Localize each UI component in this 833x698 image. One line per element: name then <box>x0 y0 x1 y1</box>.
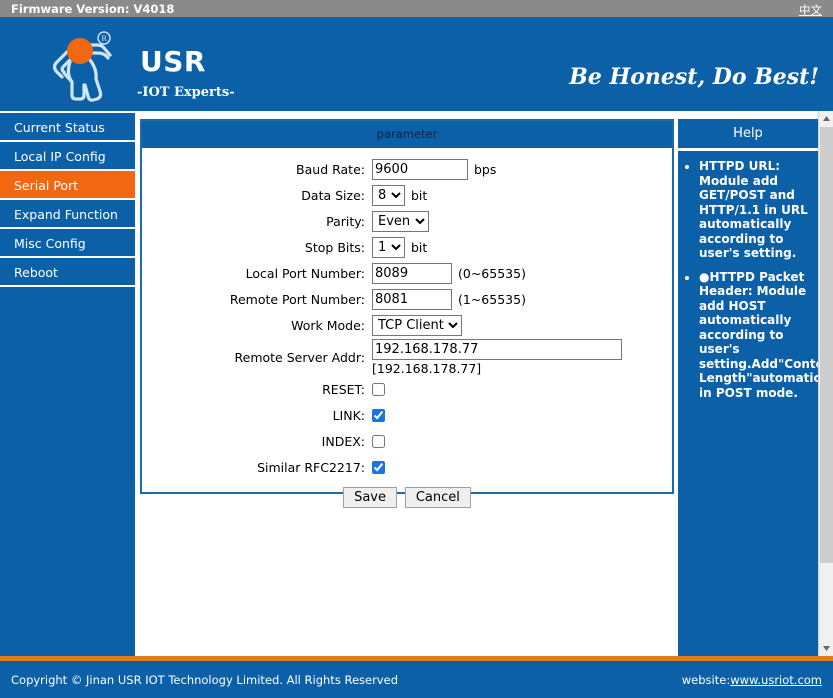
site-banner: R USR -IOT Experts- Be Honest, Do Best! <box>0 17 833 111</box>
field-row-stop-bits: Stop Bits: 1 bit <box>142 235 672 260</box>
field-row-local-port: Local Port Number: (0~65535) <box>142 261 672 286</box>
help-panel-title: Help <box>678 119 818 151</box>
similar-rfc2217-checkbox[interactable] <box>372 461 385 474</box>
main-content: parameter Baud Rate: bps Data Size: 8 <box>135 111 833 656</box>
parameter-form: parameter Baud Rate: bps Data Size: 8 <box>140 119 674 494</box>
baud-rate-label: Baud Rate: <box>296 162 365 177</box>
help-list-item: ●HTTPD Packet Header: Module add HOST au… <box>699 270 833 401</box>
index-label: INDEX: <box>321 434 365 449</box>
svg-text:R: R <box>101 35 107 43</box>
help-panel-body: HTTPD URL: Module add GET/POST and HTTP/… <box>678 151 833 413</box>
link-label: LINK: <box>332 408 365 423</box>
sidebar-item-reboot[interactable]: Reboot <box>0 258 135 287</box>
page-root: Firmware Version: V4018 中文 R USR -IOT Ex… <box>0 0 833 698</box>
form-actions: Save Cancel <box>140 487 674 508</box>
help-panel: Help HTTPD URL: Module add GET/POST and … <box>678 119 833 656</box>
baud-rate-unit: bps <box>474 162 497 177</box>
similar-rfc2217-label: Similar RFC2217: <box>257 460 365 475</box>
remote-port-label: Remote Port Number: <box>229 292 365 307</box>
index-checkbox[interactable] <box>372 435 385 448</box>
local-port-range: (0~65535) <box>458 266 526 281</box>
data-size-label: Data Size: <box>301 188 365 203</box>
parameter-form-title: parameter <box>142 121 672 148</box>
link-checkbox[interactable] <box>372 409 385 422</box>
firmware-bar: Firmware Version: V4018 中文 <box>0 0 833 17</box>
field-row-reset: RESET: <box>142 377 672 402</box>
brand-name: USR <box>140 45 206 78</box>
banner-slogan: Be Honest, Do Best! <box>569 64 819 90</box>
website-label: website: <box>681 673 731 687</box>
remote-server-addr-label: Remote Server Addr: <box>234 350 366 365</box>
parameter-form-body: Baud Rate: bps Data Size: 8 bit <box>142 148 672 492</box>
remote-server-addr-input[interactable] <box>372 339 622 360</box>
scroll-down-arrow-icon[interactable] <box>819 641 833 656</box>
work-mode-label: Work Mode: <box>291 318 365 333</box>
usr-logo-icon: R <box>42 29 120 105</box>
firmware-version-label: Firmware Version: V4018 <box>11 2 175 16</box>
field-row-parity: Parity: Even <box>142 209 672 234</box>
sidebar-item-misc-config[interactable]: Misc Config <box>0 229 135 258</box>
data-size-unit: bit <box>411 188 428 203</box>
sidebar-item-local-ip-config[interactable]: Local IP Config <box>0 142 135 171</box>
sidebar-item-expand-function[interactable]: Expand Function <box>0 200 135 229</box>
parity-label: Parity: <box>326 214 365 229</box>
scrollbar-thumb[interactable] <box>820 127 833 563</box>
field-row-similar-rfc2217: Similar RFC2217: <box>142 455 672 480</box>
website-link[interactable]: www.usriot.com <box>730 673 822 687</box>
data-size-select[interactable]: 8 <box>372 185 405 206</box>
page-footer: Copyright © Jinan USR IOT Technology Lim… <box>0 656 833 698</box>
sidebar-item-serial-port[interactable]: Serial Port <box>0 171 135 200</box>
cancel-button[interactable]: Cancel <box>404 487 471 508</box>
help-list: HTTPD URL: Module add GET/POST and HTTP/… <box>682 159 833 401</box>
language-switch-link[interactable]: 中文 <box>799 2 822 18</box>
help-item-text: Module add GET/POST and HTTP/1.1 in URL … <box>699 173 808 261</box>
sidebar-nav: Current Status Local IP Config Serial Po… <box>0 111 135 656</box>
field-row-baud-rate: Baud Rate: bps <box>142 157 672 182</box>
stop-bits-unit: bit <box>411 240 428 255</box>
content-scrollbar[interactable] <box>818 111 833 656</box>
help-list-item: HTTPD URL: Module add GET/POST and HTTP/… <box>699 159 814 261</box>
remote-port-input[interactable] <box>372 289 452 310</box>
remote-port-range: (1~65535) <box>458 292 526 307</box>
field-row-work-mode: Work Mode: TCP Client <box>142 313 672 338</box>
scroll-up-arrow-icon[interactable] <box>819 111 833 126</box>
field-row-remote-port: Remote Port Number: (1~65535) <box>142 287 672 312</box>
stop-bits-label: Stop Bits: <box>304 240 365 255</box>
remote-server-addr-resolved: [192.168.178.77] <box>372 361 482 376</box>
field-row-remote-server-addr: Remote Server Addr: [192.168.178.77] <box>142 339 672 376</box>
field-row-index: INDEX: <box>142 429 672 454</box>
reset-checkbox[interactable] <box>372 383 385 396</box>
brand-tagline: -IOT Experts- <box>137 85 235 100</box>
baud-rate-input[interactable] <box>372 159 468 180</box>
field-row-data-size: Data Size: 8 bit <box>142 183 672 208</box>
save-button[interactable]: Save <box>343 487 398 508</box>
field-row-link: LINK: <box>142 403 672 428</box>
website-info: website:www.usriot.com <box>682 673 822 687</box>
work-mode-select[interactable]: TCP Client <box>372 315 462 336</box>
local-port-input[interactable] <box>372 263 452 284</box>
help-item-text: Module add HOST automatically according … <box>699 284 833 400</box>
reset-label: RESET: <box>322 382 365 397</box>
parity-select[interactable]: Even <box>372 211 429 232</box>
local-port-label: Local Port Number: <box>245 266 365 281</box>
stop-bits-select[interactable]: 1 <box>372 237 405 258</box>
sidebar-item-current-status[interactable]: Current Status <box>0 113 135 142</box>
copyright-text: Copyright © Jinan USR IOT Technology Lim… <box>11 673 398 687</box>
help-item-heading: HTTPD URL: <box>699 159 781 173</box>
